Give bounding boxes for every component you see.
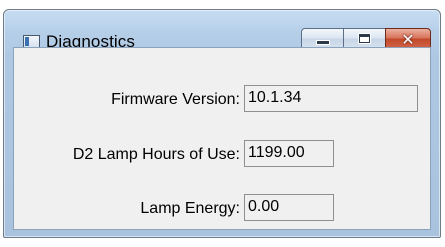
firmware-version-field[interactable]: 10.1.34 xyxy=(244,85,418,112)
close-icon: ✕ xyxy=(401,29,415,49)
minimize-icon xyxy=(317,41,329,44)
firmware-version-label: Firmware Version: xyxy=(111,91,240,108)
diagnostics-panel: Firmware Version: 10.1.34 D2 Lamp Hours … xyxy=(13,47,431,230)
diagnostics-window: Diagnostics ✕ Firmware Version: 10.1.34 … xyxy=(3,9,441,238)
lamp-energy-field[interactable]: 0.00 xyxy=(244,194,334,221)
lamp-hours-field[interactable]: 1199.00 xyxy=(244,140,334,167)
title-bar[interactable]: Diagnostics ✕ xyxy=(4,10,440,51)
lamp-hours-label: D2 Lamp Hours of Use: xyxy=(72,146,240,163)
lamp-energy-label: Lamp Energy: xyxy=(140,200,240,217)
maximize-icon xyxy=(359,34,370,43)
